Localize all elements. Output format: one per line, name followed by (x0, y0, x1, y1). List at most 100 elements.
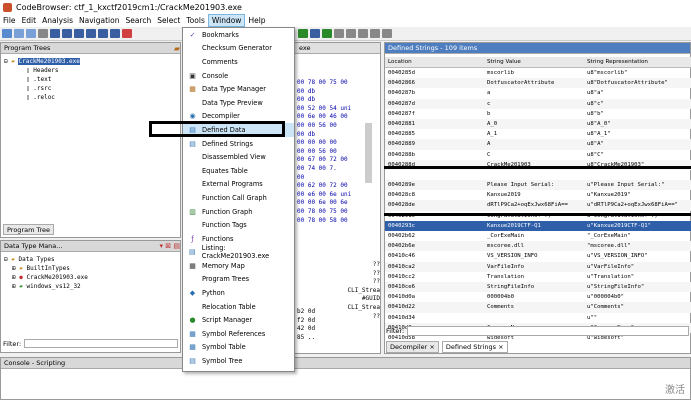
menu-item-python[interactable]: ◆ Python (183, 286, 294, 300)
menu-item-function-tags[interactable]: Function Tags (183, 218, 294, 232)
dtm-item-windows[interactable]: ⊞ ▰ windows_vs12_32 (4, 282, 180, 291)
nav-icon[interactable] (122, 29, 132, 38)
table-row[interactable]: 00402b62 _CorExeMain "_CorExeMain" (385, 231, 691, 241)
table-row[interactable]: 00402885 A_1 u8"A_1" (385, 129, 691, 139)
tool-icon[interactable] (334, 29, 344, 38)
table-row[interactable]: 0040289e Please Input Serial: u"Please Inp… (385, 180, 691, 191)
listing-scrollbar[interactable] (365, 123, 372, 183)
menu-item-function-graph[interactable]: ▥ Function Graph (183, 205, 294, 219)
code-line[interactable]: 00 db (297, 88, 380, 97)
ds-filter-input[interactable] (407, 326, 689, 336)
table-row[interactable]: 004028c8 Kanxue2019 u"Kanxue2019" (385, 190, 691, 200)
code-line[interactable]: 00 00 6e 00 6e (297, 199, 380, 208)
menu-item-console[interactable]: ▣ Console (183, 69, 294, 83)
code-line[interactable]: ?? (316, 278, 380, 287)
menu-item-symbol-references[interactable]: ▦ Symbol References (183, 327, 294, 341)
tree-root[interactable]: ⊟ ▰ CrackMe201903.exe (4, 57, 180, 66)
menu-item-comments[interactable]: Comments (183, 55, 294, 69)
dtm-root[interactable]: ⊟ ▰ Data Types (4, 255, 180, 264)
menu-tools[interactable]: Tools (183, 14, 207, 27)
table-row[interactable]: 00402b6e mscoree.dll "mscoree.dll" (385, 241, 691, 252)
dtm-item-program[interactable]: ⊞ ● CrackMe201903.exe (4, 273, 180, 282)
tool-icon[interactable] (370, 29, 380, 38)
menu-item-symbol-tree[interactable]: ▤ Symbol Tree (183, 354, 294, 368)
menu-item-symbol-table[interactable]: ▦ Symbol Table (183, 341, 294, 355)
code-line[interactable]: ?? (316, 270, 380, 279)
tool-icon[interactable] (310, 29, 320, 38)
menu-item-checksum-generator[interactable]: Checksum Generator (183, 42, 294, 56)
tree-item-reloc[interactable]: ▯ .reloc (4, 93, 180, 102)
table-row[interactable]: 00410d34 u"" (385, 313, 691, 323)
tree-item-rsrc[interactable]: ▯ .rsrc (4, 84, 180, 93)
table-row[interactable]: 0040285d mscorlib u8"mscorlib" (385, 68, 691, 78)
code-line[interactable]: 00 db (297, 96, 380, 105)
table-row[interactable]: 00402866 DotfuscatorAttribute u8"Dotfuscat… (385, 78, 691, 89)
forward-icon[interactable] (26, 29, 36, 38)
tool-icon[interactable] (322, 29, 332, 38)
back-icon[interactable] (14, 29, 24, 38)
tree-item-text[interactable]: ▯ .text (4, 75, 180, 84)
code-line[interactable]: CLI_Strea (316, 304, 380, 313)
dtm-item-builtin[interactable]: ⊞ ▰ BuiltInTypes (4, 264, 180, 273)
tree-item-headers[interactable]: ▯ Headers (4, 66, 180, 75)
table-row[interactable]: 0040287f b u8"b" (385, 109, 691, 119)
table-row[interactable]: 0040293c Kanxue2019CTF-Q1 u"Kanxue2019CTF-… (385, 220, 691, 231)
menu-window[interactable]: Window (207, 14, 246, 27)
menu-item-memory-map[interactable]: ▦ Memory Map (183, 259, 294, 273)
run-icon[interactable] (298, 29, 308, 38)
menu-item-listing-crackme201903-exe[interactable]: ▤ Listing: CrackMe201903.exe (183, 244, 294, 260)
menu-item-data-type-manager[interactable]: ▦ Data Type Manager (183, 82, 294, 96)
column-header[interactable]: String Representation (585, 57, 691, 67)
table-row[interactable]: 004028de dRTlP9Ca2+oqExJwx68FiA== u"dRTlP9… (385, 200, 691, 211)
toolbar-icons[interactable]: ▾ ⊠ ▤ (160, 241, 180, 252)
folder-icon[interactable]: ▰ (174, 43, 180, 54)
menu-search[interactable]: Search (122, 14, 154, 27)
menu-item-bookmarks[interactable]: ✓ Bookmarks (183, 28, 294, 42)
menu-edit[interactable]: Edit (19, 14, 40, 27)
table-row[interactable]: 0040287b a u8"a" (385, 88, 691, 98)
code-line[interactable]: 00 78 00 58 00 (297, 217, 380, 226)
save-icon[interactable] (2, 29, 12, 38)
table-row[interactable]: 00410ca2 VarFileInfo u"VarFileInfo" (385, 261, 691, 272)
table-row[interactable]: 00410cc2 Translation u"Translation" (385, 272, 691, 282)
code-line[interactable]: 42 0d (297, 325, 315, 334)
code-line[interactable]: 00 78 00 75 00 (297, 208, 380, 217)
menu-analysis[interactable]: Analysis (39, 14, 76, 27)
code-line[interactable]: 00 52 00 54 uni (297, 105, 380, 114)
menu-help[interactable]: Help (245, 14, 268, 27)
code-line[interactable]: ?? (316, 313, 380, 322)
code-line[interactable]: 00 78 00 75 00 (297, 79, 380, 88)
code-line[interactable]: #GUID (316, 295, 380, 304)
code-line[interactable]: ?? (316, 261, 380, 270)
tool-icon[interactable] (346, 29, 356, 38)
nav-icon[interactable] (110, 29, 120, 38)
dtm-filter-input[interactable] (24, 339, 178, 348)
menu-item-disassembled-view[interactable]: Disassembled View (183, 150, 294, 164)
column-header[interactable]: String Value (485, 57, 585, 67)
table-row[interactable]: 00410d0a 000004b0 u"000004b0" (385, 292, 691, 302)
code-line[interactable]: CLI_Strea (316, 287, 380, 296)
code-line[interactable]: b2 0d (297, 308, 315, 317)
menu-item-external-programs[interactable]: External Programs (183, 178, 294, 192)
code-line[interactable]: 00 e6 00 6e uni (297, 191, 380, 200)
menu-item-function-call-graph[interactable]: Function Call Graph (183, 191, 294, 205)
menu-file[interactable]: File (0, 14, 19, 27)
menu-item-equates-table[interactable]: Equates Table (183, 164, 294, 178)
menu-item-data-type-preview[interactable]: Data Type Preview (183, 96, 294, 110)
code-line[interactable]: 85 .. (297, 334, 315, 343)
table-row[interactable]: 0040288b Cu8"C" (385, 150, 691, 160)
table-row[interactable]: 00410d22 Comments u"Comments" (385, 302, 691, 313)
table-row[interactable]: 00402881 A_0 u8"A_0" (385, 118, 691, 130)
menu-item-program-trees[interactable]: Program Trees (183, 273, 294, 287)
tool-icon[interactable] (382, 29, 392, 38)
menu-select[interactable]: Select (154, 14, 183, 27)
table-row[interactable]: 00410c46 VS_VERSION_INFO u"VS_VERSION_INFO… (385, 251, 691, 261)
tab-defined-strings[interactable]: Defined Strings × (441, 341, 508, 353)
table-row[interactable]: 0040287d c u8"c" (385, 98, 691, 109)
tool-icon[interactable] (358, 29, 368, 38)
menu-navigation[interactable]: Navigation (76, 14, 122, 27)
code-line[interactable]: 00 62 00 72 00 (297, 182, 380, 191)
nav-icon[interactable] (86, 29, 96, 38)
nav-icon[interactable] (98, 29, 108, 38)
nav-icon[interactable] (50, 29, 60, 38)
